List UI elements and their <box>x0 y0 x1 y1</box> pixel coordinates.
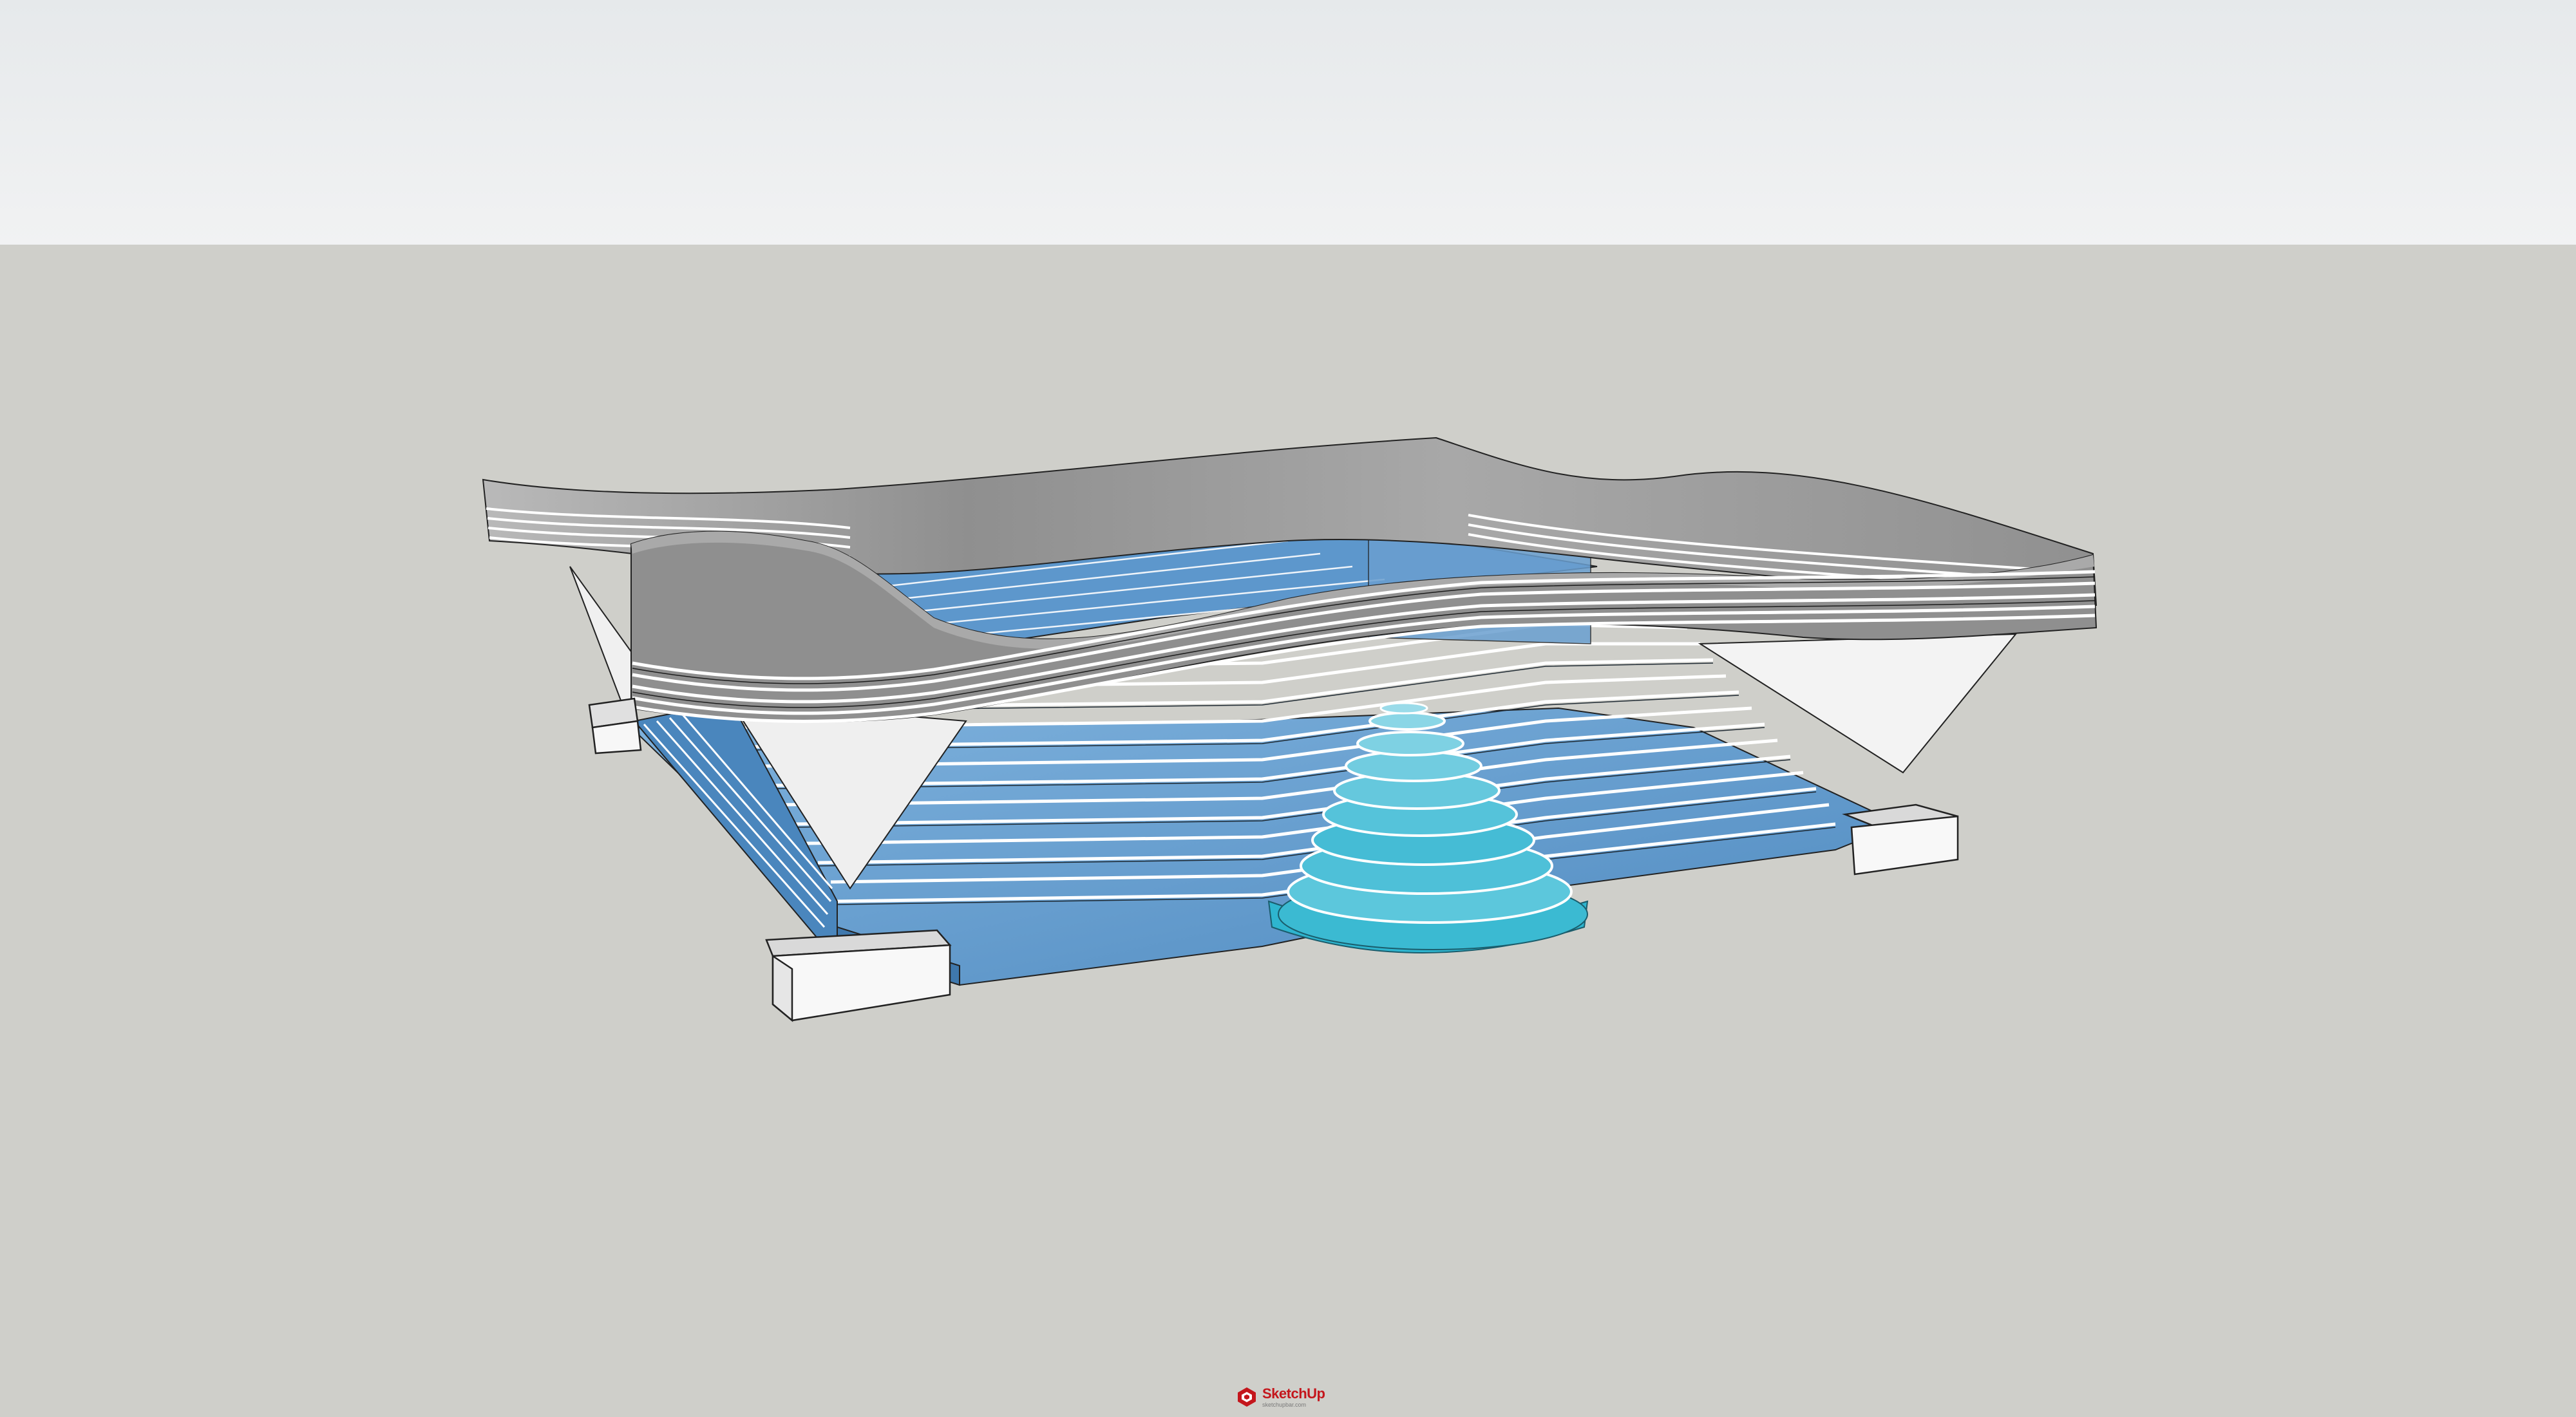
model-viewport[interactable]: SketchUp sketchupbar.com <box>0 0 2576 1417</box>
watermark-subtext: sketchupbar.com <box>1262 1401 1307 1408</box>
sketchup-watermark: SketchUp sketchupbar.com <box>1235 1382 1343 1412</box>
building-model <box>482 436 2098 1022</box>
sketchup-logo-icon <box>1238 1387 1256 1407</box>
watermark-brand: SketchUp <box>1262 1385 1325 1402</box>
